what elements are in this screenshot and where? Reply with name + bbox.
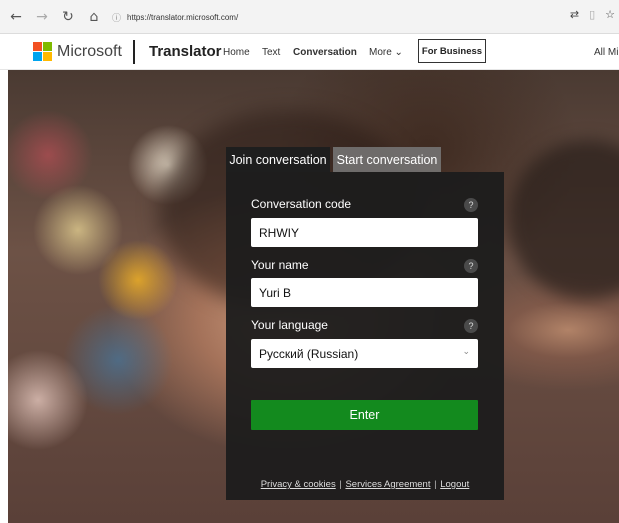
back-arrow-icon[interactable]: ← [6,7,26,27]
help-icon[interactable]: ? [464,259,478,273]
tab-start-conversation[interactable]: Start conversation [333,147,441,172]
reading-view-icon[interactable]: ▯ [589,8,595,21]
browser-actions: ⇄ ▯ ☆ [570,8,615,21]
conversation-code-input[interactable]: RHWIY [251,218,478,247]
conversation-code-label: Conversation code [251,197,352,211]
footer-links: Privacy & cookies | Services Agreement |… [226,479,504,490]
tab-join-conversation[interactable]: Join conversation [226,147,330,172]
services-agreement-link[interactable]: Services Agreement [345,479,430,490]
favorite-star-icon[interactable]: ☆ [605,8,615,21]
browser-toolbar: ← → ↻ ⌂ ⓘ https://translator.microsoft.c… [0,0,619,34]
logout-link[interactable]: Logout [440,479,469,490]
translate-icon[interactable]: ⇄ [570,8,579,21]
site-header: Microsoft Translator Home Text Conversat… [0,34,619,70]
info-icon: ⓘ [112,13,122,24]
your-language-value: Русский (Russian) [259,346,359,361]
enter-button[interactable]: Enter [251,400,478,430]
for-business-button[interactable]: For Business [418,39,486,63]
url-text: https://translator.microsoft.com/ [127,12,239,22]
conversation-code-value: RHWIY [259,225,299,240]
nav-more[interactable]: More ⌄ [369,47,403,58]
your-name-input[interactable]: Yuri B [251,278,478,307]
nav-text[interactable]: Text [262,47,280,58]
microsoft-wordmark[interactable]: Microsoft [57,43,122,61]
forward-arrow-icon[interactable]: → [32,7,52,27]
privacy-link[interactable]: Privacy & cookies [261,479,336,490]
chevron-down-icon: ⌄ [462,347,470,357]
help-icon[interactable]: ? [464,198,478,212]
your-name-label: Your name [251,258,309,272]
hero-shape [508,140,619,300]
link-separator: | [434,479,437,490]
header-divider [133,40,135,64]
your-name-value: Yuri B [259,285,292,300]
your-language-select[interactable]: Русский (Russian) ⌄ [251,339,478,368]
translator-brand[interactable]: Translator [149,43,222,60]
all-microsoft-menu[interactable]: All Mi [594,47,618,58]
home-icon[interactable]: ⌂ [84,7,104,27]
microsoft-logo-icon[interactable] [33,42,52,61]
address-bar[interactable]: ⓘ https://translator.microsoft.com/ [112,7,552,27]
link-separator: | [339,479,342,490]
help-icon[interactable]: ? [464,319,478,333]
nav-conversation[interactable]: Conversation [293,47,357,58]
nav-home[interactable]: Home [223,47,250,58]
refresh-icon[interactable]: ↻ [58,7,78,27]
your-language-label: Your language [251,318,328,332]
